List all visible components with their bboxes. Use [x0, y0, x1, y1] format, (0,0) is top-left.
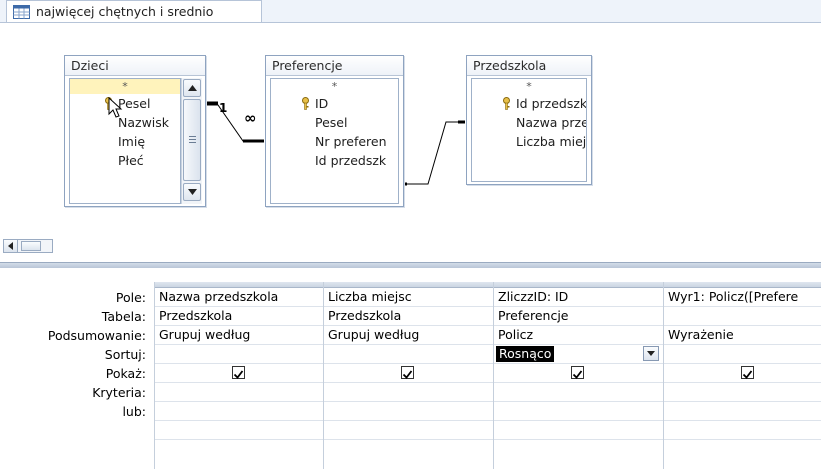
checkmark-icon: [233, 370, 244, 379]
table-preferencje[interactable]: Preferencje * ID Pesel Nr preferen Id pr…: [265, 55, 404, 207]
cell-field[interactable]: ZliczzID: ID: [494, 288, 663, 307]
cell-show[interactable]: [494, 364, 663, 383]
field-nr-preferencji[interactable]: Nr preferen: [271, 132, 398, 151]
table-title[interactable]: Preferencje: [266, 56, 403, 76]
mouse-cursor-icon: [108, 97, 123, 118]
cell-show[interactable]: [324, 364, 493, 383]
primary-key-icon: [503, 97, 510, 110]
tab-title: najwięcej chętnych i srednio: [36, 4, 214, 19]
cell-table[interactable]: Przedszkola: [324, 307, 493, 326]
row-label-sort: Sortuj:: [104, 347, 146, 362]
cell-criteria[interactable]: [494, 383, 663, 402]
table-title[interactable]: Przedszkola: [467, 56, 591, 76]
cell-sort[interactable]: [664, 345, 821, 364]
scroll-down-button[interactable]: [183, 183, 201, 201]
field-list-scrollbar[interactable]: [181, 78, 202, 204]
table-dzieci[interactable]: Dzieci * Pesel Nazwisk Imię Płeć: [64, 55, 206, 207]
cell-or[interactable]: [494, 402, 663, 421]
cell-total[interactable]: Policz: [494, 326, 663, 345]
field-all[interactable]: *: [472, 79, 586, 94]
primary-key-icon: [302, 97, 309, 110]
table-przedszkola[interactable]: Przedszkola * Id przedszk Nazwa prze Lic…: [466, 55, 592, 185]
cell-criteria[interactable]: [664, 383, 821, 402]
query-design-pane[interactable]: 1 ∞ Dzieci * Pesel Nazwisk Imię Płeć Pre…: [0, 22, 821, 237]
field-nazwisko[interactable]: Nazwisk: [70, 113, 180, 132]
field-all[interactable]: *: [271, 79, 398, 94]
field-liczba-miejsc[interactable]: Liczba miejs: [472, 132, 586, 151]
design-horizontal-scrollbar[interactable]: [3, 239, 53, 253]
document-tab-bar: najwięcej chętnych i srednio: [0, 0, 821, 22]
cell-show[interactable]: [155, 364, 323, 383]
grid-column-3[interactable]: ZliczzID: ID Preferencje Policz Rosnąco: [493, 282, 663, 469]
row-label-table: Tabela:: [101, 309, 146, 324]
arrow-left-icon: [8, 242, 13, 250]
query-icon: [13, 4, 30, 19]
cell-sort[interactable]: [155, 345, 323, 364]
dropdown-arrow-icon: [647, 351, 655, 356]
field-list[interactable]: * Id przedszk Nazwa prze Liczba miejs: [471, 78, 587, 182]
field-all[interactable]: *: [70, 79, 180, 94]
cell-empty[interactable]: [155, 421, 323, 440]
grid-column-1[interactable]: Nazwa przedszkola Przedszkola Grupuj wed…: [154, 282, 323, 469]
show-checkbox[interactable]: [571, 366, 584, 379]
show-checkbox[interactable]: [741, 366, 754, 379]
row-label-total: Podsumowanie:: [47, 328, 146, 343]
row-label-or: lub:: [122, 404, 146, 419]
join-one-label: 1: [219, 101, 228, 115]
field-pesel[interactable]: Pesel: [271, 113, 398, 132]
row-label-field: Pole:: [115, 290, 146, 305]
scroll-left-button[interactable]: [4, 240, 18, 252]
cell-field[interactable]: Liczba miejsc: [324, 288, 493, 307]
field-nazwa-przedszkola[interactable]: Nazwa prze: [472, 113, 586, 132]
cell-empty[interactable]: [324, 421, 493, 440]
table-title[interactable]: Dzieci: [65, 56, 205, 76]
scroll-up-button[interactable]: [183, 79, 201, 97]
field-id-przedszkola[interactable]: Id przedszk: [472, 94, 586, 113]
cell-total[interactable]: Wyrażenie: [664, 326, 821, 345]
field-plec[interactable]: Płeć: [70, 151, 180, 170]
field-imie[interactable]: Imię: [70, 132, 180, 151]
cell-criteria[interactable]: [324, 383, 493, 402]
cell-criteria[interactable]: [155, 383, 323, 402]
field-id[interactable]: ID: [271, 94, 398, 113]
scroll-thumb[interactable]: [183, 99, 201, 181]
cell-field[interactable]: Nazwa przedszkola: [155, 288, 323, 307]
query-tab[interactable]: najwięcej chętnych i srednio: [6, 0, 262, 22]
field-list[interactable]: * ID Pesel Nr preferen Id przedszk: [270, 78, 399, 204]
cell-total[interactable]: Grupuj według: [155, 326, 323, 345]
cell-or[interactable]: [155, 402, 323, 421]
scroll-thumb[interactable]: [21, 241, 41, 251]
row-label-show: Pokaż:: [105, 366, 146, 381]
cell-table[interactable]: Preferencje: [494, 307, 663, 326]
cell-table[interactable]: Przedszkola: [155, 307, 323, 326]
grid-column-4[interactable]: Wyr1: Policz([Prefere Wyrażenie: [663, 282, 821, 469]
join-many-label: ∞: [244, 109, 257, 127]
sort-selected-value[interactable]: Rosnąco: [496, 346, 555, 362]
cell-table[interactable]: [664, 307, 821, 326]
show-checkbox[interactable]: [401, 366, 414, 379]
sort-dropdown-button[interactable]: [643, 346, 659, 361]
arrow-down-icon: [187, 189, 197, 195]
show-checkbox[interactable]: [232, 366, 245, 379]
field-list[interactable]: * Pesel Nazwisk Imię Płeć: [69, 78, 181, 204]
grid-column-2[interactable]: Liczba miejsc Przedszkola Grupuj według: [323, 282, 493, 469]
cell-empty[interactable]: [494, 421, 663, 440]
cell-sort[interactable]: Rosnąco: [494, 345, 663, 364]
cell-field[interactable]: Wyr1: Policz([Prefere: [664, 288, 821, 307]
cell-sort[interactable]: [324, 345, 493, 364]
cell-empty[interactable]: [664, 421, 821, 440]
field-id-przedszkola[interactable]: Id przedszk: [271, 151, 398, 170]
cell-total[interactable]: Grupuj według: [324, 326, 493, 345]
cell-show[interactable]: [664, 364, 821, 383]
cell-or[interactable]: [324, 402, 493, 421]
checkmark-icon: [402, 370, 413, 379]
arrow-up-icon: [187, 85, 197, 91]
field-pesel[interactable]: Pesel: [70, 94, 180, 113]
checkmark-icon: [742, 370, 753, 379]
checkmark-icon: [572, 370, 583, 379]
row-label-criteria: Kryteria:: [92, 385, 146, 400]
query-design-grid[interactable]: Pole: Tabela: Podsumowanie: Sortuj: Poka…: [0, 268, 821, 469]
cell-or[interactable]: [664, 402, 821, 421]
